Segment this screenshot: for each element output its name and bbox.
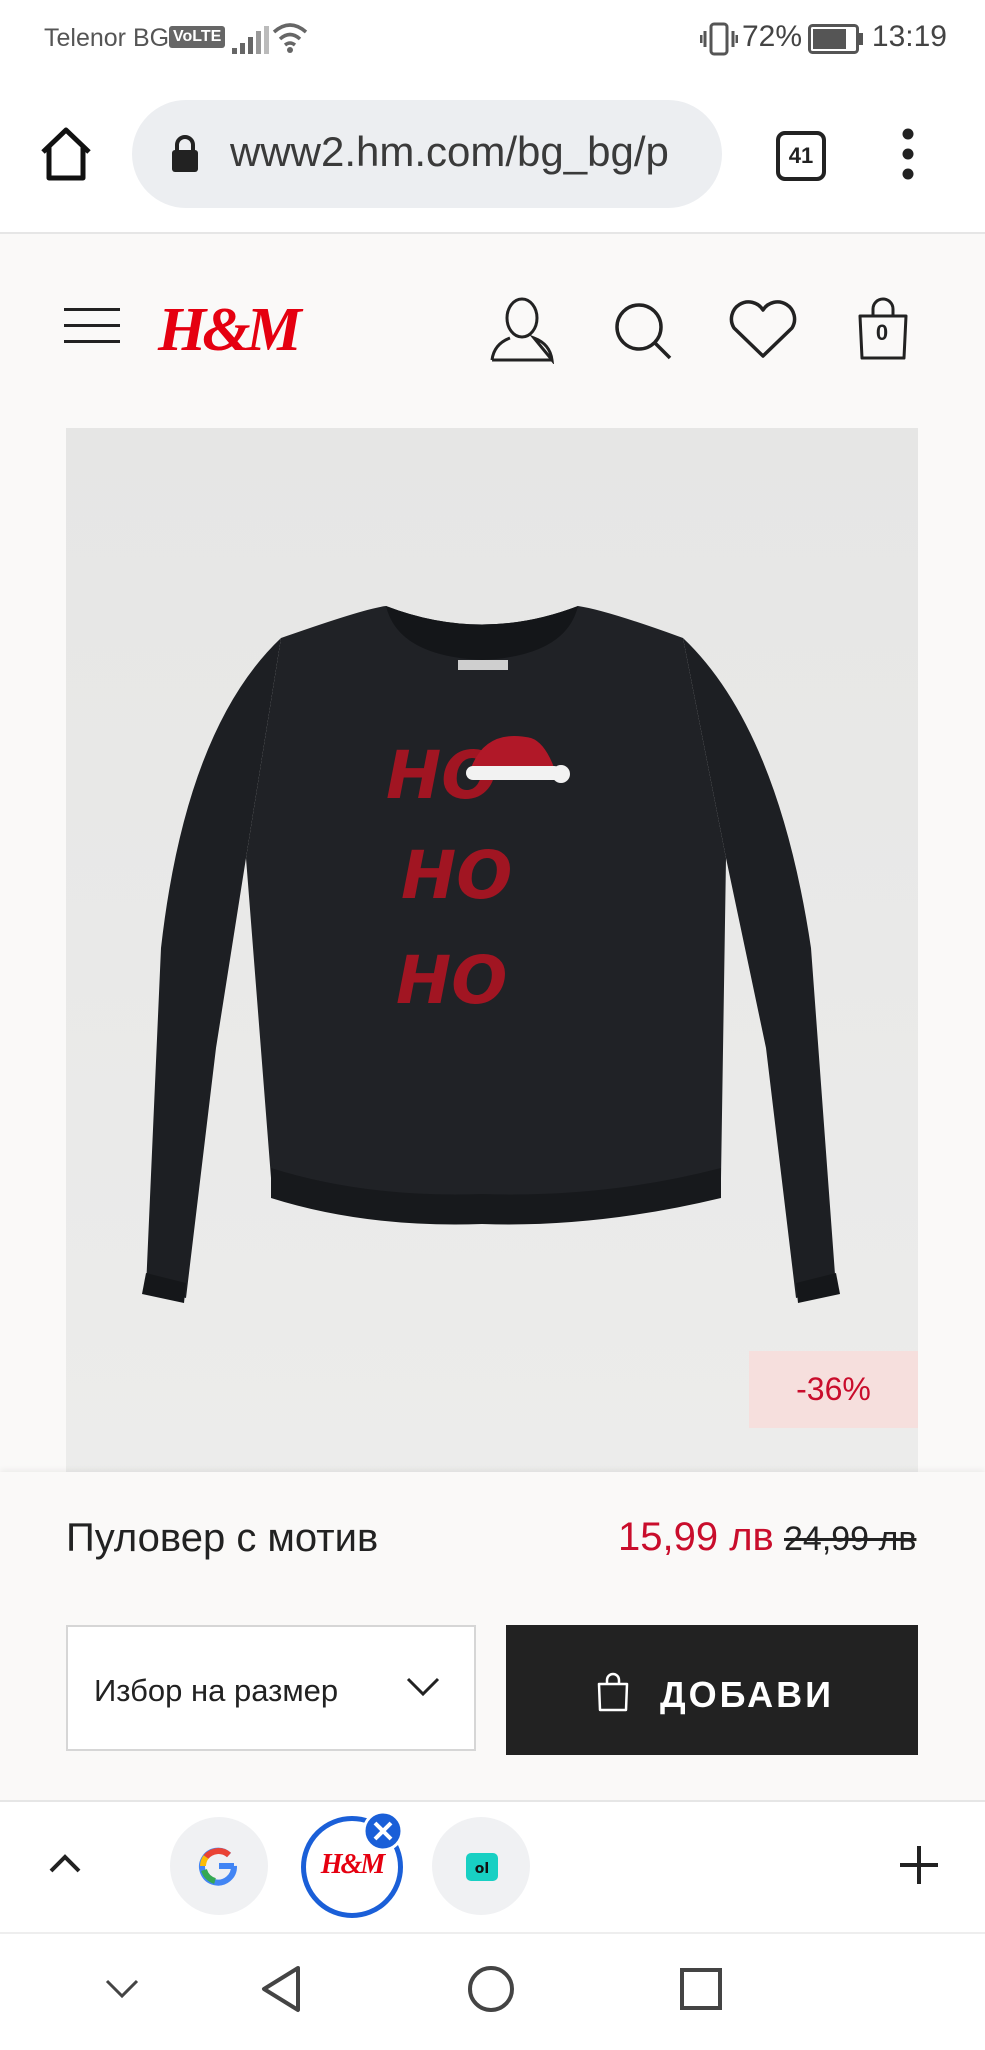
chevron-down-icon xyxy=(406,1677,440,1697)
google-tab[interactable] xyxy=(170,1817,268,1915)
search-icon[interactable] xyxy=(612,300,674,362)
carrier-name: Telenor BG xyxy=(44,24,170,52)
app-favicon-icon: ol xyxy=(466,1853,498,1881)
hamburger-menu-icon[interactable] xyxy=(64,306,120,346)
google-logo-icon xyxy=(199,1847,238,1886)
signal-icon xyxy=(232,26,269,54)
recents-square-icon[interactable] xyxy=(678,1966,724,2012)
url-text[interactable]: www2.hm.com/bg_bg/p xyxy=(230,128,700,176)
bag-icon xyxy=(597,1672,629,1712)
sale-price: 15,99 лв xyxy=(618,1515,774,1559)
nav-collapse-chevron-icon[interactable] xyxy=(104,1978,140,2000)
hm-logo[interactable]: H&M xyxy=(158,295,302,366)
svg-text:HO: HO xyxy=(401,837,512,914)
clock: 13:19 xyxy=(871,20,947,53)
battery-percent: 72% xyxy=(742,20,803,53)
discount-badge: -36% xyxy=(749,1351,918,1428)
chevron-up-icon[interactable] xyxy=(48,1852,82,1874)
tab-switcher-button[interactable]: 41 xyxy=(776,131,826,181)
product-name: Пуловер с мотив xyxy=(66,1516,379,1560)
cart-count: 0 xyxy=(875,320,889,345)
add-to-bag-label: ДОБАВИ xyxy=(660,1674,835,1715)
wifi-icon xyxy=(272,23,308,53)
other-tab[interactable]: ol xyxy=(432,1817,530,1915)
favorites-heart-icon[interactable] xyxy=(728,298,798,360)
close-tab-icon[interactable] xyxy=(362,1810,404,1852)
svg-text:ol: ol xyxy=(475,1861,489,1877)
size-select-label: Избор на размер xyxy=(94,1673,339,1708)
volte-badge: VoLTE xyxy=(169,26,226,48)
lock-icon xyxy=(172,135,198,172)
sweater-illustration: HO HO HO xyxy=(66,428,918,1473)
product-image[interactable]: HO HO HO xyxy=(66,428,918,1473)
hm-tab-logo: H&M xyxy=(320,1849,385,1880)
battery-icon xyxy=(808,24,863,54)
overflow-menu-icon[interactable] xyxy=(896,128,920,180)
home-circle-icon[interactable] xyxy=(466,1964,516,2014)
back-triangle-icon[interactable] xyxy=(258,1964,304,2014)
account-icon[interactable] xyxy=(488,294,556,364)
vibrate-icon xyxy=(700,22,738,56)
new-tab-plus-icon[interactable] xyxy=(898,1844,940,1886)
svg-text:HO: HO xyxy=(396,942,507,1019)
original-price: 24,99 лв xyxy=(784,1520,917,1558)
home-icon[interactable] xyxy=(38,126,94,182)
